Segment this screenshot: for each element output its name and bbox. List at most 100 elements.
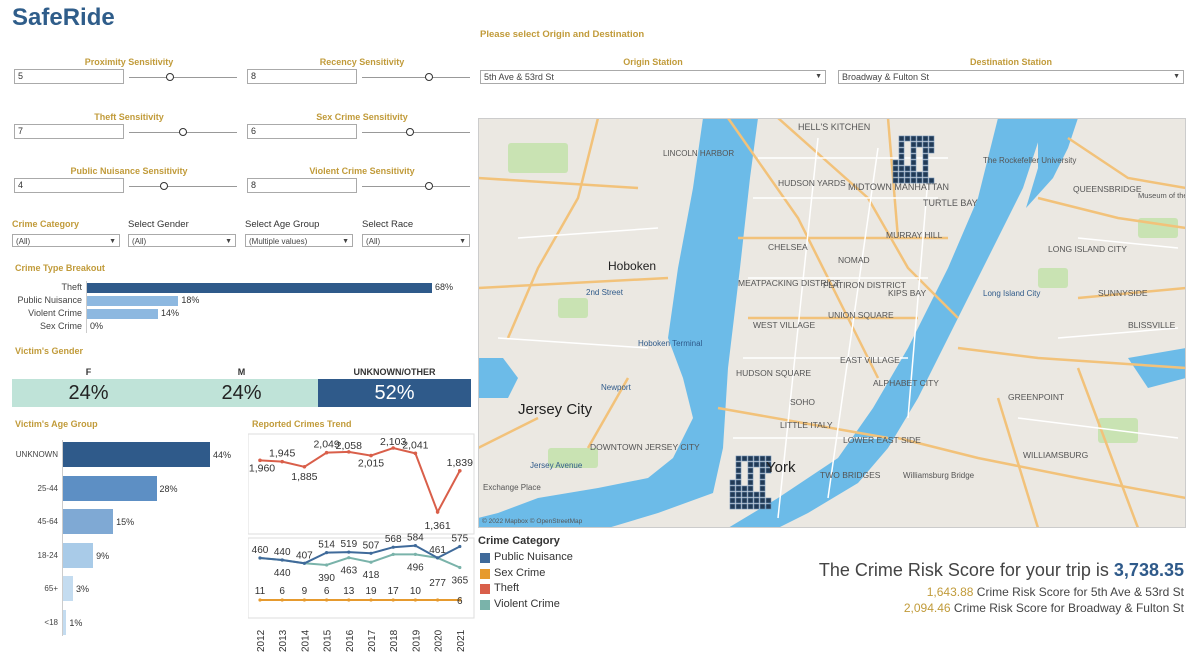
legend-swatch bbox=[480, 568, 490, 579]
slider-handle[interactable] bbox=[405, 128, 414, 136]
crime-marker bbox=[741, 455, 748, 462]
slider-track[interactable] bbox=[362, 77, 470, 78]
age-group-label: UNKNOWN bbox=[15, 450, 58, 459]
crime-marker bbox=[747, 461, 754, 468]
crime-marker bbox=[922, 135, 929, 142]
chevron-down-icon: ▼ bbox=[109, 238, 116, 245]
crime-marker bbox=[910, 171, 917, 178]
map-place-label: WEST VILLAGE bbox=[753, 320, 816, 330]
crime-marker bbox=[747, 503, 754, 510]
violent-crime-label: 463 bbox=[340, 566, 357, 577]
destination-crime-cluster[interactable] bbox=[729, 455, 772, 510]
slider-value-input[interactable]: 5 bbox=[14, 69, 124, 84]
map-place-label: Jersey Avenue bbox=[530, 461, 583, 470]
crime-marker bbox=[759, 491, 766, 498]
series-point bbox=[369, 560, 373, 564]
map-place-label: CHELSEA bbox=[768, 242, 808, 252]
crime-type-label: Public Nuisance bbox=[17, 295, 82, 305]
legend-swatch bbox=[480, 599, 490, 610]
gender-title: Victim's Gender bbox=[15, 346, 84, 356]
map-copyright: © 2022 Mapbox © OpenStreetMap bbox=[482, 517, 583, 525]
crime-marker bbox=[759, 497, 766, 504]
total-point bbox=[458, 468, 462, 473]
map-place-label: TURTLE BAY bbox=[923, 198, 978, 208]
crime-marker bbox=[741, 485, 748, 492]
public-nuisance-label: 514 bbox=[318, 540, 335, 551]
filter-select[interactable]: (All) ▼ bbox=[128, 234, 236, 247]
series-point bbox=[347, 598, 351, 602]
crime-marker bbox=[735, 497, 742, 504]
slider-track[interactable] bbox=[129, 186, 237, 187]
slider-value-input[interactable]: 8 bbox=[247, 69, 357, 84]
slider-handle[interactable] bbox=[424, 182, 433, 190]
sex-crime-label: 6 bbox=[457, 596, 463, 607]
series-point bbox=[347, 550, 351, 554]
filter-select[interactable]: (All) ▼ bbox=[12, 234, 120, 247]
trend-title: Reported Crimes Trend bbox=[252, 419, 352, 429]
slider-value-input[interactable]: 6 bbox=[247, 124, 357, 139]
crime-marker bbox=[928, 135, 935, 142]
series-point bbox=[369, 551, 373, 555]
crime-marker bbox=[729, 479, 736, 486]
crime-marker bbox=[729, 497, 736, 504]
map-place-label: Hoboken bbox=[608, 259, 656, 273]
crime-marker bbox=[898, 147, 905, 154]
park-area bbox=[558, 298, 588, 318]
sex-crime-label: 11 bbox=[255, 586, 266, 597]
map-place-label: MIDTOWN MANHATTAN bbox=[848, 182, 949, 192]
slider-handle[interactable] bbox=[424, 73, 433, 81]
slider-value-input[interactable]: 7 bbox=[14, 124, 124, 139]
crime-marker bbox=[898, 135, 905, 142]
filter-select[interactable]: (All) ▼ bbox=[362, 234, 470, 247]
slider-label: Proximity Sensitivity bbox=[84, 57, 174, 67]
gender-label: F bbox=[85, 367, 92, 377]
map-place-label: HUDSON YARDS bbox=[778, 178, 846, 188]
sex-crime-label: 6 bbox=[279, 586, 285, 597]
filter-value: (All) bbox=[366, 237, 381, 246]
filter-select[interactable]: (Multiple values) ▼ bbox=[245, 234, 353, 247]
slider-track[interactable] bbox=[362, 186, 470, 187]
destination-score-line: 2,094.46 Crime Risk Score for Broadway &… bbox=[904, 601, 1184, 615]
slider-handle[interactable] bbox=[179, 128, 187, 136]
crime-marker bbox=[753, 503, 760, 510]
legend-swatch bbox=[480, 553, 490, 563]
map-place-label: Williamsburg Bridge bbox=[903, 471, 975, 480]
origin-score-text: Crime Risk Score for 5th Ave & 53rd St bbox=[976, 585, 1184, 599]
origin-station-select[interactable]: 5th Ave & 53rd St ▼ bbox=[480, 70, 826, 84]
series-point bbox=[413, 598, 417, 602]
slider-value-input[interactable]: 4 bbox=[14, 178, 124, 193]
map-place-label: LONG ISLAND CITY bbox=[1048, 244, 1127, 254]
crime-marker bbox=[747, 491, 754, 498]
crime-marker bbox=[759, 461, 766, 468]
map-place-label: QUEENSBRIDGE bbox=[1073, 184, 1142, 194]
map-place-label: WILLIAMSBURG bbox=[1023, 450, 1088, 460]
crime-marker bbox=[892, 159, 899, 166]
park-area bbox=[1038, 268, 1068, 288]
crime-marker bbox=[747, 455, 754, 462]
legend-label: Public Nuisance bbox=[494, 551, 573, 563]
map-place-label: TWO BRIDGES bbox=[820, 470, 881, 480]
slider-handle[interactable] bbox=[159, 182, 168, 190]
slider-value-input[interactable]: 8 bbox=[247, 178, 357, 193]
age-group-label: <18 bbox=[44, 617, 58, 627]
slider-track[interactable] bbox=[362, 132, 470, 133]
crime-marker bbox=[910, 159, 917, 166]
age-group-bar bbox=[63, 442, 210, 467]
destination-station-select[interactable]: Broadway & Fulton St ▼ bbox=[838, 70, 1184, 84]
year-tick-label: 2018 bbox=[389, 629, 400, 652]
slider-track[interactable] bbox=[129, 77, 237, 78]
age-group-value: 44% bbox=[213, 450, 232, 460]
total-label: 1,839 bbox=[447, 457, 473, 469]
crime-marker bbox=[729, 491, 736, 498]
crime-type-label: Violent Crime bbox=[28, 308, 82, 318]
crime-marker bbox=[735, 455, 742, 462]
slider-handle[interactable] bbox=[166, 73, 175, 81]
crime-marker bbox=[922, 171, 929, 178]
gender-value-box: 24% bbox=[12, 379, 165, 407]
total-point bbox=[435, 510, 440, 514]
sex-crime-label: 10 bbox=[410, 586, 422, 597]
map[interactable]: HELL'S KITCHEN The Rockefeller University… bbox=[478, 118, 1186, 528]
total-label: 2,015 bbox=[358, 458, 384, 470]
sex-crime-label: 13 bbox=[343, 586, 355, 597]
filter-value: (All) bbox=[132, 237, 147, 246]
